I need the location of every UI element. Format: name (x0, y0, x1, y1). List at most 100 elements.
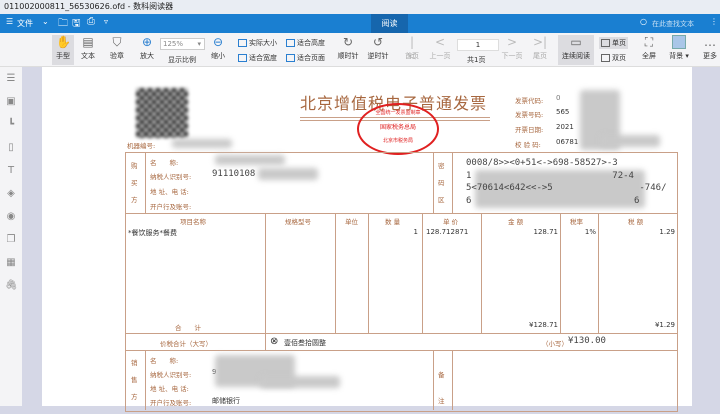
item-rate: 1% (584, 228, 596, 236)
stamp-bottom: 北京市税务局 (382, 138, 413, 144)
date-value: 2021 (556, 123, 574, 131)
tab-read[interactable]: 阅读 (371, 14, 408, 33)
zoom-out-icon: ⊖ (212, 35, 224, 49)
seller-taxid-label: 纳税人识别号: (150, 371, 192, 379)
header-item-name: 项目名称 (180, 218, 206, 226)
code-value: 0 (556, 94, 561, 102)
cipher-line: 5<70614<642<<->5 -746/ (466, 183, 667, 193)
zoom-select[interactable]: 125% ▾ (160, 38, 205, 50)
search-icon[interactable]: ○ (640, 17, 647, 26)
total-tax: ¥1.29 (654, 321, 675, 329)
rotate-ccw-button[interactable]: ↺ 逆时针 (366, 35, 390, 61)
grand-small-label: （小写） (542, 340, 568, 348)
fullscreen-button[interactable]: ⛶ 全屏 (638, 35, 660, 61)
hand-tool-button[interactable]: ✋ 手型 (52, 35, 74, 65)
item-qty: 1 (413, 228, 418, 236)
last-page-button[interactable]: >| 尾页 (530, 35, 550, 61)
double-page-label: 双页 (612, 54, 626, 62)
code-label: 发票代码: (515, 97, 544, 105)
next-page-button[interactable]: > 下一页 (500, 35, 524, 61)
shield-icon: ⛉ (112, 35, 122, 49)
bookmark-icon[interactable]: ▯ (5, 142, 17, 154)
chevron-down-icon[interactable]: ⌄ (42, 17, 49, 26)
left-sidebar: ☰ ▣ ┗ ▯ T ◈ ◉ ❐ ▦ 🖇 (0, 67, 22, 406)
more-button[interactable]: … 更多 (700, 35, 720, 61)
background-button[interactable]: 背景 ▾ (666, 35, 692, 61)
single-page-icon (601, 39, 610, 47)
zoom-out-button[interactable]: ⊖ 缩小 (207, 35, 229, 61)
buyer-addr-label: 地 址、电 话: (150, 188, 189, 196)
menu-bar: ☰ 文件 ⌄ 🗀 🖫 ⎙ ▿ 阅读 ○ 在此查找文本 ⋮ (0, 14, 720, 33)
buyer-name-label: 名 称: (150, 159, 179, 167)
last-page-icon: >| (533, 35, 548, 49)
attachment-icon[interactable]: 🖇 (5, 280, 18, 292)
fit-height-icon (286, 39, 295, 47)
tree-icon[interactable]: ┗ (5, 119, 17, 131)
stamp-mid: 国家税务总局 (379, 124, 416, 131)
layers-icon[interactable]: ◈ (5, 188, 17, 200)
background-swatch-icon (672, 35, 686, 49)
verify-label: 验章 (110, 52, 124, 60)
seal-icon[interactable]: ◉ (5, 211, 17, 223)
continuous-icon: ▭ (570, 35, 582, 49)
annotation-icon[interactable]: T (5, 165, 17, 177)
fit-height-label: 适合高度 (297, 39, 325, 47)
single-page-button[interactable]: 单页 (599, 37, 628, 49)
open-icon[interactable]: 🗀 (58, 16, 68, 33)
buyer-taxid: 91110108 (212, 169, 256, 179)
search-input[interactable]: 在此查找文本 (652, 19, 694, 29)
zoom-in-button[interactable]: ⊕ 放大 (136, 35, 158, 61)
outline-icon[interactable]: ☰ (5, 73, 17, 85)
dropdown-icon[interactable]: ▿ (104, 17, 108, 26)
more-menu-icon[interactable]: ⋮ (710, 17, 718, 26)
menu-icon[interactable]: ☰ (6, 17, 13, 26)
grand-total-label: 价税合计（大写） (160, 340, 212, 348)
stamp-top: 全国统一发票监制章 (375, 110, 421, 116)
number-label: 发票号码: (515, 111, 544, 119)
prev-page-button[interactable]: < 上一页 (428, 35, 452, 61)
single-page-label: 单页 (612, 39, 626, 47)
fit-height-button[interactable]: 适合高度 (286, 38, 325, 48)
save-icon[interactable]: 🖫 (72, 16, 81, 33)
text-select-icon: ▤ (82, 35, 94, 49)
continuous-label: 连续阅读 (562, 52, 590, 60)
window-title: 011002000811_56530626.ofd - 数科阅读器 (4, 2, 174, 11)
buyer-taxid-label: 纳税人识别号: (150, 173, 192, 181)
rotate-cw-button[interactable]: ↻ 顺时针 (336, 35, 360, 61)
continuous-read-button[interactable]: ▭ 连续阅读 (558, 35, 594, 65)
first-page-label: 首页 (405, 52, 419, 60)
remark-label: 备注 (438, 371, 445, 405)
actual-size-button[interactable]: 实际大小 (238, 38, 277, 48)
verify-seal-button[interactable]: ⛉ 验章 (106, 35, 128, 61)
fit-page-button[interactable]: 适合页面 (286, 53, 325, 63)
cross-circle-icon: ⊗ (270, 336, 279, 347)
double-page-button[interactable]: 双页 (601, 53, 626, 63)
file-menu[interactable]: 文件 (17, 18, 33, 29)
attachment-pages-icon[interactable]: ❐ (5, 234, 17, 246)
buyer-bank-label: 开户行及账号: (150, 203, 192, 211)
hand-label: 手型 (56, 52, 70, 60)
thumbnail-icon[interactable]: ▣ (5, 96, 17, 108)
zoom-in-label: 放大 (140, 52, 154, 60)
hand-icon: ✋ (56, 35, 71, 49)
item-name: *餐饮服务*餐费 (128, 229, 177, 237)
form-icon[interactable]: ▦ (5, 257, 17, 269)
chevron-down-icon: ▾ (197, 40, 201, 48)
header-tax: 税 额 (628, 218, 644, 226)
first-page-button[interactable]: |< 首页 (402, 35, 422, 63)
page-number-input[interactable]: 1 (457, 39, 499, 51)
fit-width-button[interactable]: 适合宽度 (238, 53, 277, 63)
header-unit: 单位 (345, 218, 358, 226)
total-pages: 共1页 (467, 56, 486, 64)
rotate-ccw-label: 逆时针 (367, 52, 389, 60)
text-tool-button[interactable]: ▤ 文本 (77, 35, 99, 61)
seller-side-label: 销售方 (131, 359, 138, 401)
print-icon[interactable]: ⎙ (87, 16, 95, 27)
number-value: 565 (556, 108, 570, 116)
actual-size-icon (238, 39, 247, 47)
rotate-cw-icon: ↻ (342, 35, 354, 49)
item-price: 128.712871 (426, 228, 469, 236)
header-amount: 金 额 (508, 218, 524, 226)
grand-total-amount: ¥130.00 (568, 336, 606, 346)
seller-name-label: 名 称: (150, 357, 179, 365)
